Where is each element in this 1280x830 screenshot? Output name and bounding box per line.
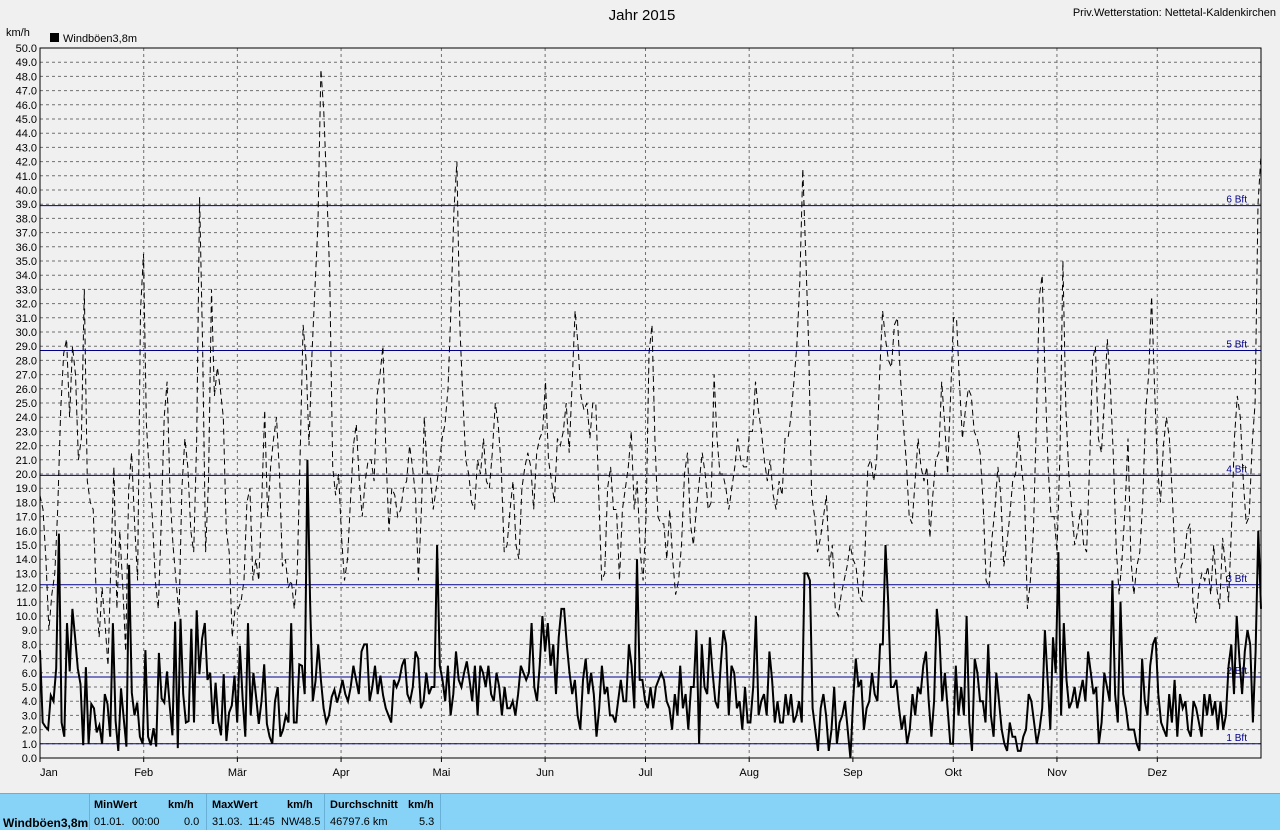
beaufort-label: 1 Bft bbox=[1226, 733, 1247, 744]
y-tick-label: 17.0 bbox=[16, 512, 37, 524]
y-tick-label: 32.0 bbox=[16, 299, 37, 311]
y-tick-label: 25.0 bbox=[16, 398, 37, 410]
min-label: MinWert bbox=[94, 799, 138, 811]
legend: Windböen3,8m bbox=[50, 33, 137, 45]
y-tick-label: 33.0 bbox=[16, 284, 37, 296]
chart-area: Jahr 2015 Priv.Wetterstation: Nettetal-K… bbox=[6, 7, 1276, 779]
statistics-bar: Windböen3,8m MinWert km/h 01.01. 00:00 0… bbox=[0, 793, 1280, 830]
x-tick-label: Aug bbox=[739, 767, 759, 779]
stats-avg-cell: Durchschnitt km/h 46797.6 km 5.3 bbox=[325, 794, 441, 830]
y-tick-label: 11.0 bbox=[16, 597, 37, 609]
stats-max-cell: MaxWert km/h 31.03. 11:45 NW 48.5 bbox=[207, 794, 325, 830]
y-tick-label: 40.0 bbox=[16, 185, 37, 197]
stats-series-name: Windböen3,8m bbox=[3, 816, 89, 830]
x-axis: Jan Feb Mär Apr Mai Jun Jul Aug Sep Okt Nov Dez bbox=[39, 758, 1168, 779]
y-tick-label: 13.0 bbox=[16, 568, 37, 580]
y-tick-label: 23.0 bbox=[16, 426, 37, 438]
y-tick-label: 18.0 bbox=[16, 497, 37, 509]
y-tick-label: 3.0 bbox=[22, 710, 37, 722]
y-tick-label: 7.0 bbox=[22, 654, 37, 666]
x-tick-label: Jun bbox=[536, 767, 554, 779]
y-tick-label: 37.0 bbox=[16, 228, 37, 240]
legend-label: Windböen3,8m bbox=[63, 33, 137, 45]
x-tick-label: Jan bbox=[40, 767, 58, 779]
y-tick-label: 6.0 bbox=[22, 668, 37, 680]
x-tick-label: Okt bbox=[945, 767, 962, 779]
x-tick-label: Mär bbox=[228, 767, 247, 779]
y-tick-label: 21.0 bbox=[16, 455, 37, 467]
y-tick-label: 29.0 bbox=[16, 341, 37, 353]
min-value: 0.0 bbox=[184, 816, 200, 828]
y-tick-label: 22.0 bbox=[16, 441, 37, 453]
y-tick-label: 50.0 bbox=[16, 43, 37, 55]
station-name: Priv.Wetterstation: Nettetal-Kaldenkirch… bbox=[1073, 7, 1276, 19]
max-label: MaxWert bbox=[212, 799, 258, 811]
y-tick-label: 45.0 bbox=[16, 114, 37, 126]
y-tick-label: 34.0 bbox=[16, 270, 37, 282]
y-tick-label: 4.0 bbox=[22, 696, 37, 708]
max-unit: km/h bbox=[287, 799, 313, 811]
y-tick-label: 0.0 bbox=[22, 753, 37, 765]
y-tick-label: 5.0 bbox=[22, 682, 37, 694]
max-value: 48.5 bbox=[299, 816, 321, 828]
y-tick-label: 35.0 bbox=[16, 256, 37, 268]
y-tick-label: 26.0 bbox=[16, 384, 37, 396]
avg-distance: 46797.6 km bbox=[330, 816, 388, 828]
avg-unit: km/h bbox=[408, 799, 434, 811]
y-tick-label: 46.0 bbox=[16, 100, 37, 112]
legend-swatch bbox=[50, 33, 59, 42]
y-tick-label: 48.0 bbox=[16, 71, 37, 83]
x-tick-label: Apr bbox=[333, 767, 350, 779]
y-tick-label: 39.0 bbox=[16, 199, 37, 211]
max-time: 11:45 bbox=[248, 816, 275, 828]
y-tick-label: 24.0 bbox=[16, 412, 37, 424]
x-tick-label: Jul bbox=[638, 767, 652, 779]
stats-series-cell: Windböen3,8m bbox=[0, 794, 90, 830]
min-date: 01.01. bbox=[94, 816, 125, 828]
x-tick-label: Mai bbox=[433, 767, 451, 779]
y-tick-label: 1.0 bbox=[22, 739, 37, 751]
y-tick-label: 8.0 bbox=[22, 639, 37, 651]
plot-background bbox=[40, 48, 1261, 758]
max-date: 31.03. bbox=[212, 816, 243, 828]
beaufort-label: 5 Bft bbox=[1226, 339, 1247, 350]
y-tick-label: 31.0 bbox=[16, 313, 37, 325]
y-tick-label: 19.0 bbox=[16, 483, 37, 495]
y-tick-label: 10.0 bbox=[16, 611, 37, 623]
y-tick-label: 28.0 bbox=[16, 355, 37, 367]
chart-title: Jahr 2015 bbox=[609, 7, 676, 24]
beaufort-label: 4 Bft bbox=[1226, 464, 1247, 475]
stats-min-cell: MinWert km/h 01.01. 00:00 0.0 bbox=[90, 794, 207, 830]
min-unit: km/h bbox=[168, 799, 194, 811]
y-tick-label: 9.0 bbox=[22, 625, 37, 637]
y-tick-label: 12.0 bbox=[16, 583, 37, 595]
y-tick-label: 44.0 bbox=[16, 128, 37, 140]
y-axis: 0.0 1.0 2.0 3.0 4.0 5.0 6.0 7.0 8.0 9.0 10.0 11.0 12… bbox=[16, 43, 37, 765]
y-tick-label: 47.0 bbox=[16, 86, 37, 98]
y-tick-label: 43.0 bbox=[16, 142, 37, 154]
y-axis-unit: km/h bbox=[6, 27, 30, 39]
y-tick-label: 27.0 bbox=[16, 370, 37, 382]
avg-value: 5.3 bbox=[419, 816, 435, 828]
x-tick-label: Nov bbox=[1047, 767, 1067, 779]
y-tick-label: 38.0 bbox=[16, 213, 37, 225]
y-tick-label: 41.0 bbox=[16, 171, 37, 183]
y-tick-label: 14.0 bbox=[16, 554, 37, 566]
max-direction: NW bbox=[281, 816, 300, 828]
y-tick-label: 2.0 bbox=[22, 725, 37, 737]
y-tick-label: 15.0 bbox=[16, 540, 37, 552]
y-tick-label: 42.0 bbox=[16, 157, 37, 169]
beaufort-label: 6 Bft bbox=[1226, 195, 1247, 206]
avg-label: Durchschnitt bbox=[330, 799, 398, 811]
x-tick-label: Sep bbox=[843, 767, 863, 779]
y-tick-label: 30.0 bbox=[16, 327, 37, 339]
x-tick-label: Feb bbox=[134, 767, 153, 779]
plot-area: 1 Bft2 Bft3 Bft4 Bft5 Bft6 Bft bbox=[39, 47, 1262, 759]
x-tick-label: Dez bbox=[1148, 767, 1168, 779]
y-tick-label: 36.0 bbox=[16, 242, 37, 254]
y-tick-label: 49.0 bbox=[16, 57, 37, 69]
y-tick-label: 20.0 bbox=[16, 469, 37, 481]
y-tick-label: 16.0 bbox=[16, 526, 37, 538]
min-time: 00:00 bbox=[132, 816, 160, 828]
